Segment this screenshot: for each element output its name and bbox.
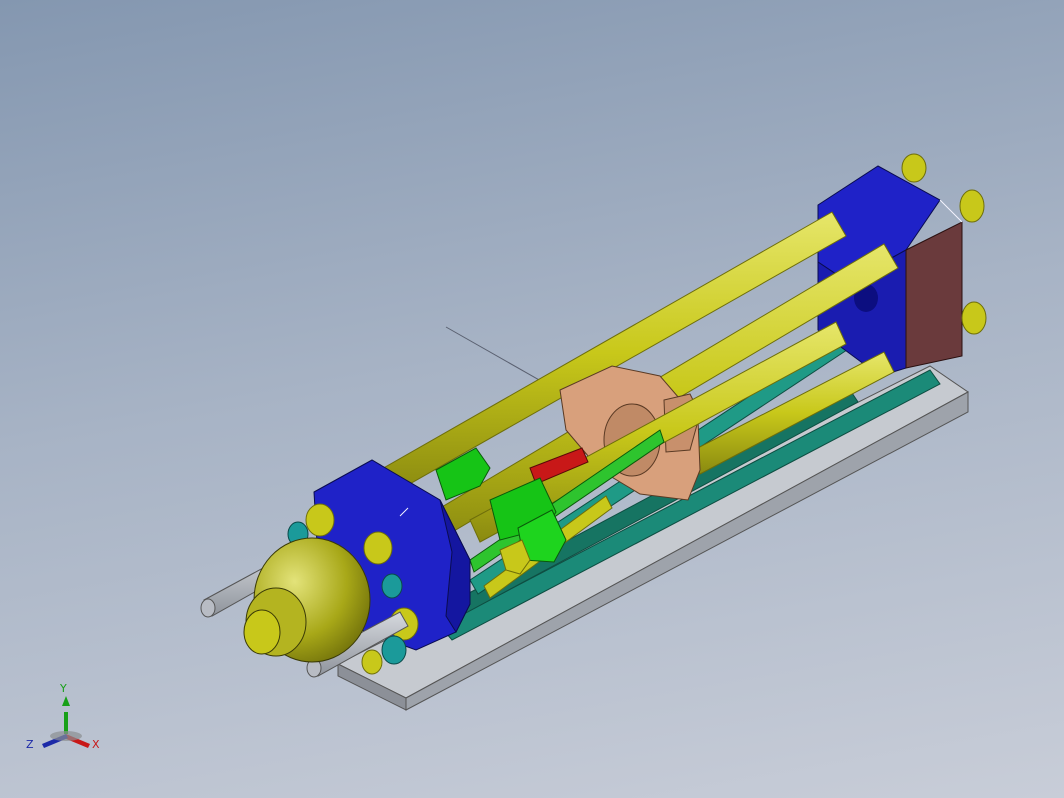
graphics-viewport[interactable]: Y Z X	[0, 0, 1064, 798]
nozzle-head[interactable]	[243, 537, 371, 663]
injection-unit-model[interactable]	[0, 0, 1064, 798]
rear-panel	[905, 221, 963, 369]
triad-x-label: X	[92, 738, 100, 751]
triad-y-label: Y	[60, 682, 67, 695]
triad-z-label: Z	[26, 738, 34, 751]
reference-line	[445, 326, 549, 386]
orientation-triad[interactable]: Y Z X	[26, 682, 106, 754]
